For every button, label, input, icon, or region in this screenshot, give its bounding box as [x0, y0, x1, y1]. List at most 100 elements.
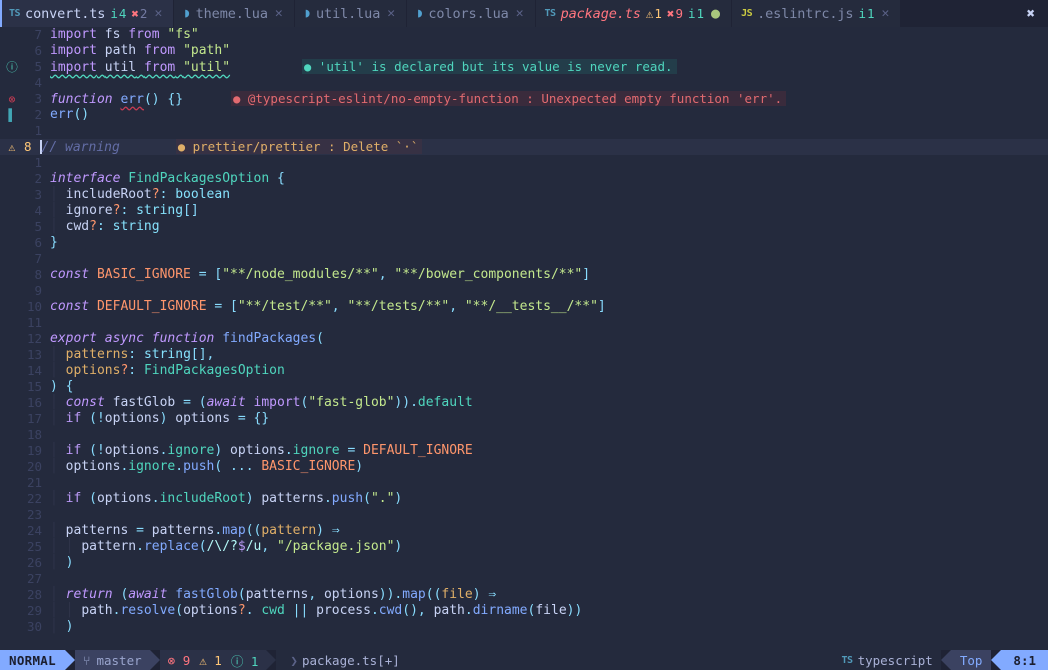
- code-line[interactable]: 7: [0, 251, 1048, 267]
- code-line[interactable]: 19│ if (!options.ignore) options.ignore …: [0, 443, 1048, 459]
- code-line[interactable]: 2interface FindPackagesOption {: [0, 171, 1048, 187]
- line-number: 14: [24, 363, 50, 379]
- line-number: 7: [24, 27, 50, 43]
- error-dot-icon: ●: [233, 92, 240, 106]
- warn-icon: ⚠: [646, 6, 654, 21]
- status-error-group: ⊗ 9: [168, 653, 191, 668]
- tab-eslintrc-js[interactable]: JS.eslintrc.jsi1✕: [732, 0, 901, 27]
- tab-close-button[interactable]: ✕: [152, 6, 162, 21]
- code-line[interactable]: 26│ ): [0, 555, 1048, 571]
- tab-bar-spacer: [901, 0, 1013, 27]
- error-sign-icon: ⊗: [0, 91, 24, 107]
- code-line[interactable]: 25│ │ pattern.replace(/\/?$/u, "/package…: [0, 539, 1048, 555]
- code-line[interactable]: 21: [0, 475, 1048, 491]
- status-filename: package.ts[+]: [302, 653, 400, 668]
- line-number: 9: [24, 283, 50, 299]
- code-line[interactable]: 9: [0, 283, 1048, 299]
- code-line[interactable]: ⚠8// warning● prettier/prettier : Delete…: [0, 139, 1048, 155]
- line-number: 24: [24, 523, 50, 539]
- error-icon: ⊗: [168, 653, 176, 668]
- line-number: 4: [24, 203, 50, 219]
- code-line[interactable]: 6}: [0, 235, 1048, 251]
- code-line[interactable]: 28│ return (await fastGlob(patterns, opt…: [0, 587, 1048, 603]
- tab-theme-lua[interactable]: ◗theme.lua✕: [174, 0, 294, 27]
- code-line[interactable]: 3│ includeRoot?: boolean: [0, 187, 1048, 203]
- line-number: 30: [24, 619, 50, 635]
- code-line[interactable]: 1: [0, 155, 1048, 171]
- tab-colors-lua[interactable]: ◗colors.lua✕: [407, 0, 535, 27]
- tab-close-button[interactable]: ✕: [880, 6, 890, 21]
- code-line[interactable]: 15) {: [0, 379, 1048, 395]
- mode-arrow: [65, 650, 75, 670]
- tab-util-lua[interactable]: ◗ util.lua ✕: [295, 0, 407, 27]
- line-content: │ patterns: string[],: [50, 347, 1048, 363]
- code-line[interactable]: ▌2err(): [0, 107, 1048, 123]
- code-line[interactable]: 14│ options?: FindPackagesOption: [0, 363, 1048, 379]
- code-line[interactable]: ⓘ5import util from "util"● 'util' is dec…: [0, 59, 1048, 75]
- diagnostic-warn-message: ● prettier/prettier : Delete `·`: [176, 139, 423, 154]
- window-close-button[interactable]: ✖: [1014, 0, 1048, 27]
- code-line[interactable]: 29│ │ path.resolve(options?. cwd || proc…: [0, 603, 1048, 619]
- tab-label: .eslintrc.js: [757, 6, 853, 22]
- tab-close-button[interactable]: ✕: [514, 6, 524, 21]
- code-line[interactable]: 27: [0, 571, 1048, 587]
- line-content: │ if (options.includeRoot) patterns.push…: [50, 491, 1048, 507]
- tab-modified-indicator[interactable]: ●: [709, 6, 720, 21]
- tab-convert-ts[interactable]: TSconvert.tsi4✖2✕: [0, 0, 174, 27]
- info-count: 1: [251, 654, 259, 669]
- git-branch-icon: ⑂: [83, 653, 91, 668]
- status-diagnostics[interactable]: ⊗ 9 ⚠ 1 ⓘ 1: [160, 650, 267, 670]
- warning-count: 1: [214, 653, 222, 668]
- status-spacer: [408, 650, 834, 670]
- code-line[interactable]: 4│ ignore?: string[]: [0, 203, 1048, 219]
- code-line[interactable]: 10const DEFAULT_IGNORE = ["**/test/**", …: [0, 299, 1048, 315]
- position-arrow: [991, 650, 1001, 670]
- status-filename-group: ❯ package.ts[+]: [276, 650, 407, 670]
- line-number: 1: [24, 123, 50, 139]
- code-line[interactable]: 24│ patterns = patterns.map((pattern) ⇒: [0, 523, 1048, 539]
- code-line[interactable]: 20│ options.ignore.push( ... BASIC_IGNOR…: [0, 459, 1048, 475]
- info-icon: i: [688, 6, 696, 21]
- code-line[interactable]: 6import path from "path": [0, 43, 1048, 59]
- line-number: 10: [24, 299, 50, 315]
- code-line[interactable]: 17│ if (!options) options = {}: [0, 411, 1048, 427]
- info-icon: ⓘ: [231, 654, 244, 669]
- typescript-icon: TS: [842, 655, 853, 666]
- code-line[interactable]: 12export async function findPackages(: [0, 331, 1048, 347]
- code-line[interactable]: 7import fs from "fs": [0, 27, 1048, 43]
- error-count: 9: [675, 6, 683, 21]
- status-git[interactable]: ⑂ master: [75, 650, 150, 670]
- tab-label: util.lua: [316, 6, 380, 22]
- status-filetype-group[interactable]: TS typescript: [834, 650, 941, 670]
- line-content: │ if (!options) options = {}: [50, 411, 1048, 427]
- line-content: │ ): [50, 619, 1048, 635]
- code-line[interactable]: ⊗3function err() {}● @typescript-eslint/…: [0, 91, 1048, 107]
- code-line[interactable]: 1: [0, 123, 1048, 139]
- line-number: 26: [24, 555, 50, 571]
- lua-icon: ◗: [304, 6, 311, 21]
- line-number: 21: [24, 475, 50, 491]
- tab-package-ts[interactable]: TSpackage.ts⚠1✖9i1●: [536, 0, 733, 27]
- tab-close-button[interactable]: ✕: [273, 6, 283, 21]
- line-content: import fs from "fs": [50, 27, 1048, 43]
- code-line[interactable]: 16│ const fastGlob = (await import("fast…: [0, 395, 1048, 411]
- code-line[interactable]: 22│ if (options.includeRoot) patterns.pu…: [0, 491, 1048, 507]
- code-line[interactable]: 4: [0, 75, 1048, 91]
- line-content: │ options?: FindPackagesOption: [50, 363, 1048, 379]
- code-line[interactable]: 5│ cwd?: string: [0, 219, 1048, 235]
- code-line[interactable]: 8const BASIC_IGNORE = ["**/node_modules/…: [0, 267, 1048, 283]
- code-line[interactable]: 30│ ): [0, 619, 1048, 635]
- tab-bar: TSconvert.tsi4✖2✕◗theme.lua✕◗util.lua✕◗c…: [0, 0, 1048, 27]
- code-line[interactable]: 18: [0, 427, 1048, 443]
- line-content: │ cwd?: string: [50, 219, 1048, 235]
- line-content: // warning● prettier/prettier : Delete `…: [40, 139, 1048, 156]
- warn-dot-icon: ●: [178, 140, 185, 154]
- status-bar: NORMAL ⑂ master ⊗ 9 ⚠ 1 ⓘ 1 ❯ package.ts…: [0, 650, 1048, 670]
- code-editor[interactable]: 7import fs from "fs"6import path from "p…: [0, 27, 1048, 650]
- code-line[interactable]: 23: [0, 507, 1048, 523]
- error-count: 9: [183, 653, 191, 668]
- tab-close-button[interactable]: ✕: [385, 6, 395, 21]
- code-line[interactable]: 11: [0, 315, 1048, 331]
- code-line[interactable]: 13│ patterns: string[],: [0, 347, 1048, 363]
- line-content: }: [50, 235, 1048, 251]
